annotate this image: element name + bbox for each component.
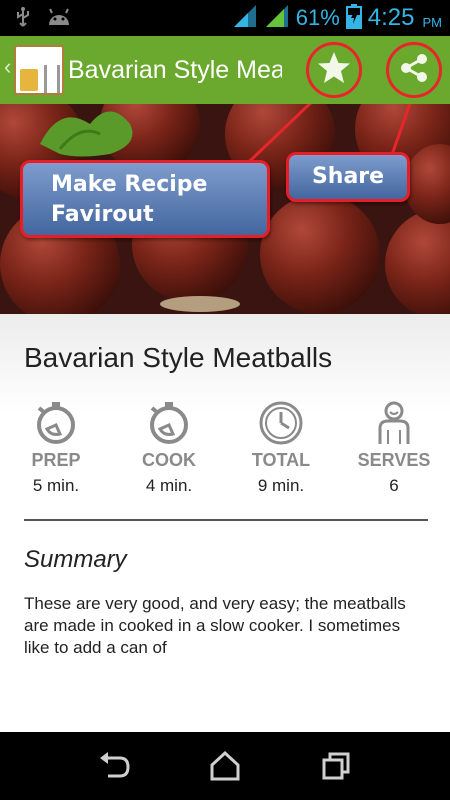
signal-icon	[264, 3, 290, 33]
battery-percent: 61%	[295, 5, 340, 30]
fork-icon	[44, 65, 60, 93]
person-icon	[371, 400, 417, 446]
share-icon	[397, 51, 431, 89]
timer-icon	[33, 400, 79, 446]
home-icon	[207, 750, 243, 788]
stat-prep: PREP 5 min.	[6, 400, 106, 496]
recipe-hero-image: Make Recipe Favirout Share	[0, 104, 450, 314]
share-callout: Share	[286, 152, 410, 202]
signal-icon	[232, 3, 258, 33]
stat-label: SERVES	[357, 450, 431, 470]
clock-time: 4:25	[367, 4, 415, 31]
stat-label: PREP	[31, 450, 81, 470]
clock-ampm: PM	[422, 14, 443, 30]
favourite-callout: Make Recipe Favirout	[20, 160, 270, 238]
share-button[interactable]	[386, 42, 442, 98]
divider	[24, 519, 428, 521]
stat-value: 4 min.	[145, 476, 193, 495]
android-icon	[46, 7, 72, 31]
clock-icon	[258, 400, 304, 446]
book-icon	[20, 69, 38, 91]
star-icon	[316, 50, 352, 90]
usb-icon	[14, 6, 32, 32]
timer-icon	[146, 400, 192, 446]
back-icon	[96, 752, 132, 788]
stat-label: TOTAL	[251, 450, 311, 470]
app-logo[interactable]	[14, 45, 64, 95]
stat-value: 9 min.	[257, 476, 305, 495]
recent-apps-icon	[318, 752, 354, 788]
battery-icon	[345, 3, 362, 33]
stat-value: 6	[389, 476, 399, 495]
stat-cook: COOK 4 min.	[119, 400, 219, 496]
stat-serves: SERVES 6	[344, 400, 444, 496]
favourite-callout-line2: Favirout	[51, 202, 154, 227]
stat-value: 5 min.	[32, 476, 80, 495]
action-bar: ‹ Bavarian Style Meatballs	[0, 36, 450, 104]
favourite-callout-line1: Make Recipe	[51, 172, 208, 197]
summary-text: These are very good, and very easy; the …	[24, 594, 406, 657]
up-navigation-icon[interactable]: ‹	[4, 54, 11, 80]
home-button[interactable]	[207, 748, 243, 784]
stat-label: COOK	[142, 450, 196, 470]
recipe-content: Bavarian Style Meatballs PREP 5 min. COO…	[0, 314, 450, 732]
recent-apps-button[interactable]	[318, 748, 354, 784]
summary-heading: Summary	[24, 546, 127, 573]
page-title: Bavarian Style Meatballs	[68, 56, 282, 84]
status-bar: 61% 4:25 PM	[0, 0, 450, 36]
stat-total: TOTAL 9 min.	[231, 400, 331, 496]
back-button[interactable]	[96, 748, 132, 784]
recipe-title: Bavarian Style Meatballs	[24, 342, 333, 373]
favourite-button[interactable]	[306, 42, 362, 98]
navigation-bar	[0, 732, 450, 800]
